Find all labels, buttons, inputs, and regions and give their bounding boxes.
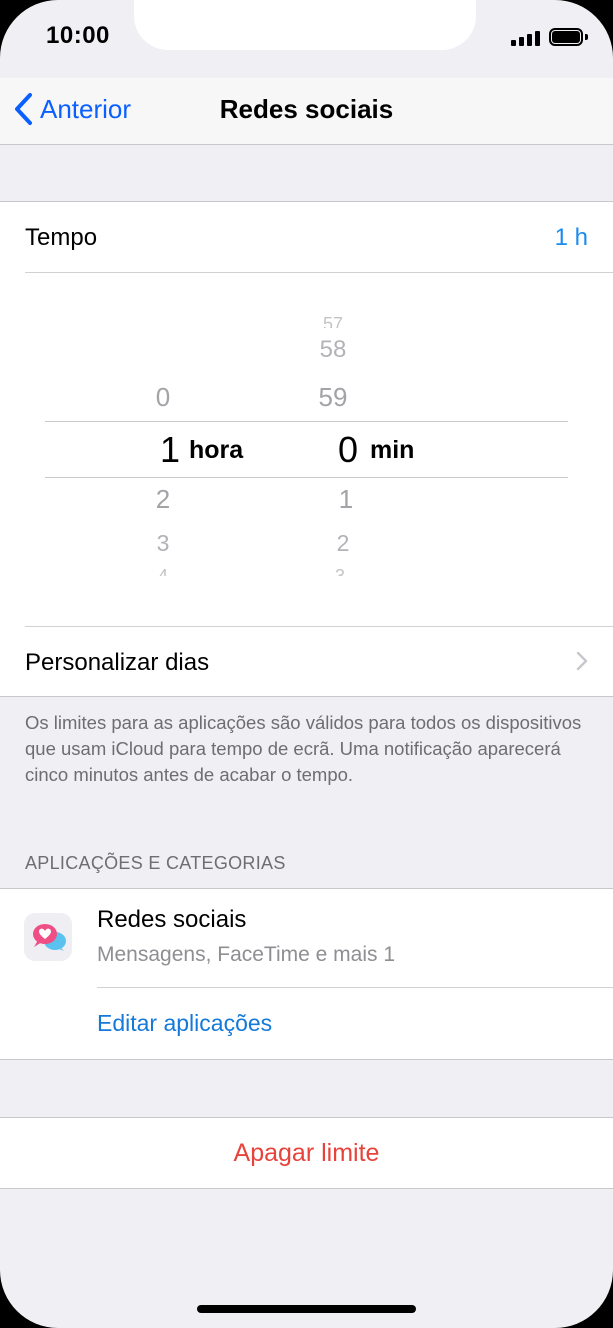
signal-icon	[511, 30, 540, 46]
picker-minute-unit: min	[370, 436, 415, 464]
notch	[134, 0, 476, 50]
picker-minute-below[interactable]: 2	[323, 530, 363, 557]
tempo-label: Tempo	[25, 224, 98, 251]
picker-minute-above[interactable]: 58	[313, 336, 353, 364]
status-bar: 10:00	[0, 0, 613, 78]
chevron-right-icon	[576, 651, 588, 671]
picker-hour-below[interactable]: 3	[143, 530, 183, 557]
picker-hour-below[interactable]: 2	[143, 484, 183, 515]
picker-minute-below[interactable]: 3	[320, 566, 360, 576]
navigation-bar: Anterior Redes sociais	[0, 78, 613, 145]
app-category-subtitle: Mensagens, FaceTime e mais 1	[97, 943, 396, 966]
tempo-row[interactable]: Tempo 1 h	[0, 202, 613, 272]
picker-minute-above[interactable]: 57	[313, 314, 353, 328]
section-header: APLICAÇÕES E CATEGORIAS	[25, 853, 286, 873]
social-bubbles-icon	[24, 913, 72, 961]
page-title: Redes sociais	[219, 94, 394, 124]
battery-icon	[549, 28, 589, 46]
home-indicator[interactable]	[197, 1305, 416, 1313]
picker-minute-above[interactable]: 59	[313, 382, 353, 413]
picker-hour-selected[interactable]: 1	[150, 429, 190, 471]
personalizar-dias-row[interactable]: Personalizar dias	[0, 626, 613, 696]
separator	[97, 987, 613, 988]
delete-limit-label: Apagar limite	[233, 1139, 380, 1167]
picker-minute-selected[interactable]: 0	[328, 429, 368, 471]
edit-apps-link[interactable]: Editar aplicações	[97, 1010, 272, 1037]
app-category-name[interactable]: Redes sociais	[97, 906, 246, 934]
picker-selection-bottom-line	[45, 477, 568, 478]
delete-limit-button[interactable]: Apagar limite	[0, 1117, 613, 1189]
status-time: 10:00	[46, 22, 110, 49]
personalizar-dias-label: Personalizar dias	[25, 649, 210, 676]
tempo-value: 1 h	[554, 224, 588, 251]
picker-selection-top-line	[45, 421, 568, 422]
phone-screen: 10:00 Anterior Redes sociais Tempo 1 h 0…	[0, 0, 613, 1328]
picker-minute-below[interactable]: 1	[326, 484, 366, 515]
apps-group	[0, 888, 613, 1060]
picker-hour-below[interactable]: 4	[143, 566, 183, 576]
limits-footnote: Os limites para as aplicações são válido…	[25, 712, 582, 785]
picker-hour-unit: hora	[189, 436, 244, 464]
time-limit-group: Tempo 1 h 0 1 hora 2 3 4 57 58 59 0 min …	[0, 201, 613, 697]
time-picker[interactable]: 0 1 hora 2 3 4 57 58 59 0 min 1 2 3	[0, 272, 613, 626]
picker-hour-above[interactable]: 0	[143, 382, 183, 413]
